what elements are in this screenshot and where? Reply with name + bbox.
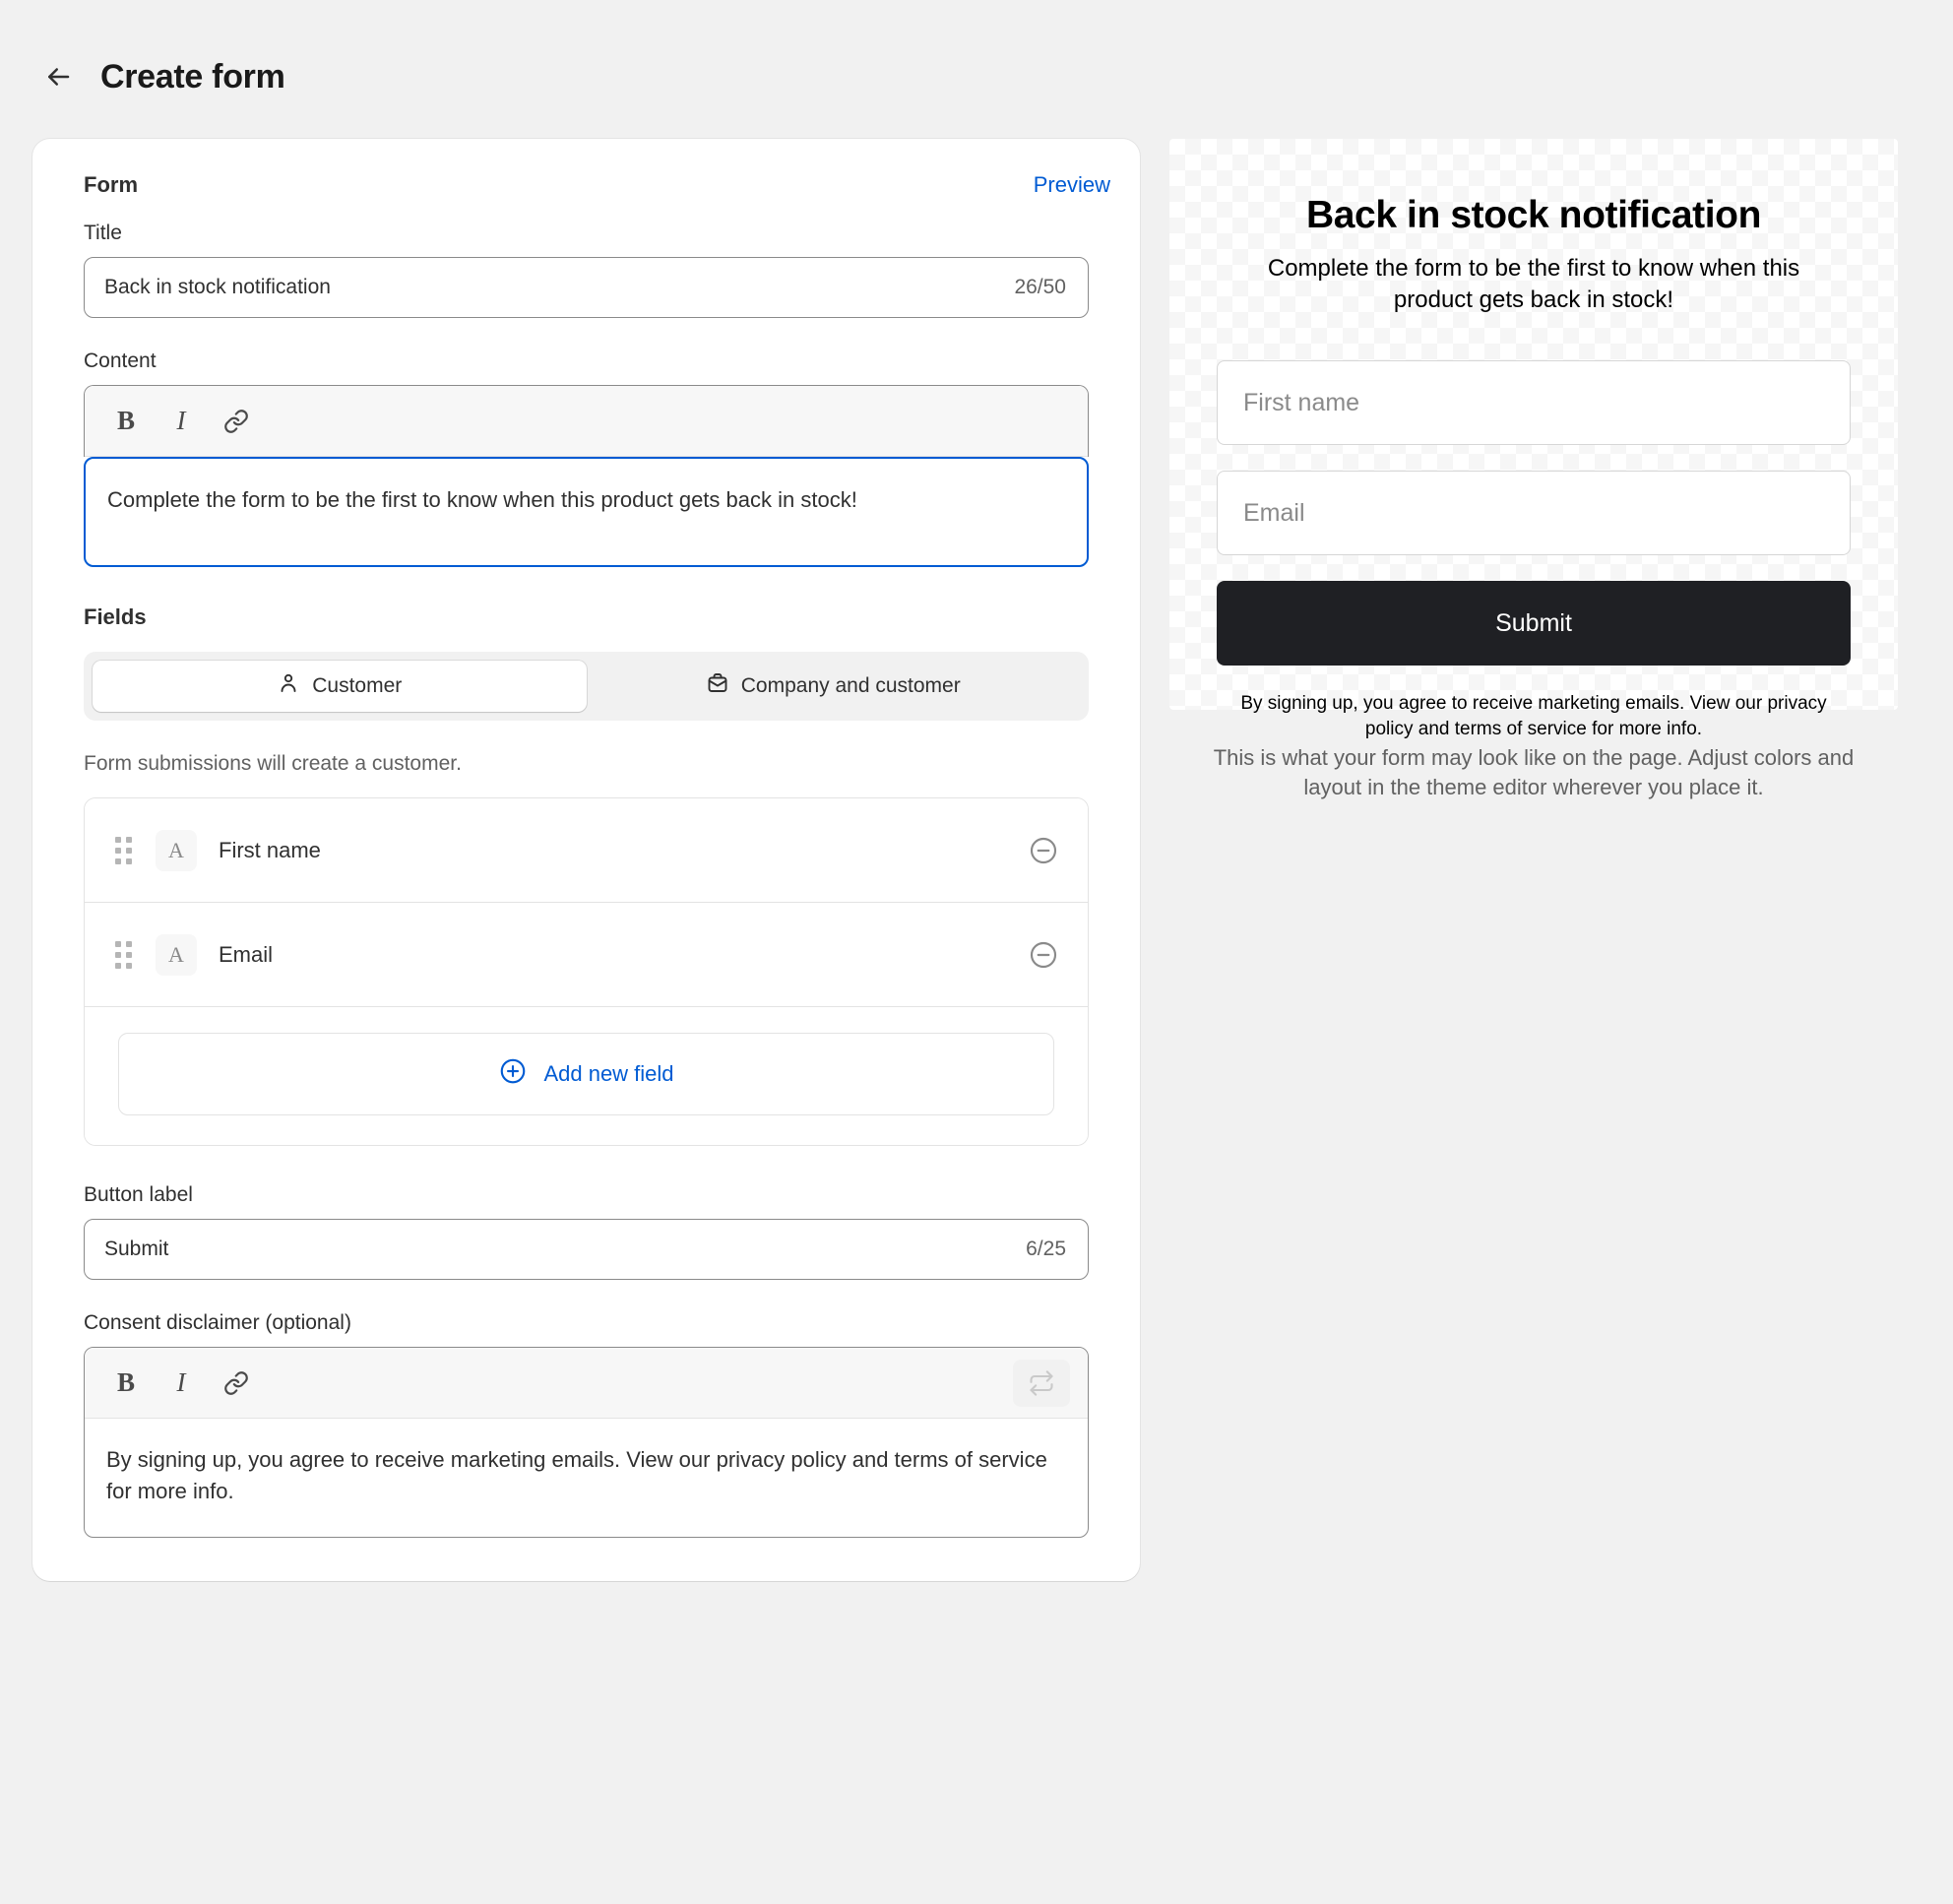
preview-subtitle: Complete the form to be the first to kno… <box>1267 255 1800 313</box>
page-title: Create form <box>100 57 285 95</box>
table-row[interactable]: A Email <box>85 903 1088 1007</box>
consent-textarea[interactable]: By signing up, you agree to receive mark… <box>85 1419 1088 1537</box>
fields-type-segmented-control: Customer Company and customer <box>84 652 1089 721</box>
preview-column: Back in stock notification Complete the … <box>1169 139 1898 801</box>
remove-field-icon[interactable] <box>1025 832 1062 869</box>
preview-email-input[interactable]: Email <box>1217 471 1851 556</box>
bold-button[interactable]: B <box>102 398 150 445</box>
content-textarea-value: Complete the form to be the first to kno… <box>107 487 857 512</box>
preview-disclaimer: By signing up, you agree to receive mark… <box>1240 693 1827 740</box>
segment-company-label: Company and customer <box>740 674 961 697</box>
title-input[interactable]: Back in stock notification 26/50 <box>84 257 1089 318</box>
preview-link[interactable]: Preview <box>1034 172 1110 198</box>
reset-icon[interactable] <box>1013 1359 1070 1407</box>
briefcase-icon <box>706 671 729 701</box>
card-header: Form Preview <box>60 166 1112 198</box>
content-editor-toolbar-wrap: B I <box>84 385 1089 457</box>
consent-label: Consent disclaimer (optional) <box>84 1311 351 1334</box>
link-icon[interactable] <box>213 398 260 445</box>
preview-first-name-input[interactable]: First name <box>1217 360 1851 446</box>
arrow-left-icon[interactable] <box>41 60 75 94</box>
main-layout: Form Preview Title Back in stock notific… <box>0 106 1953 1581</box>
button-label-input[interactable]: Submit 6/25 <box>84 1219 1089 1280</box>
segment-customer[interactable]: Customer <box>93 661 587 712</box>
content-field-block: Content B I Complete the form to be the … <box>60 349 1112 567</box>
text-type-icon: A <box>156 933 197 976</box>
remove-field-icon[interactable] <box>1025 936 1062 974</box>
segment-customer-label: Customer <box>312 674 403 697</box>
form-editor-card: Form Preview Title Back in stock notific… <box>32 139 1140 1581</box>
field-row-label: Email <box>219 941 274 967</box>
preview-title: Back in stock notification <box>1305 194 1762 236</box>
bold-button[interactable]: B <box>102 1360 150 1407</box>
form-preview-panel: Back in stock notification Complete the … <box>1169 139 1898 739</box>
table-row[interactable]: A First name <box>85 798 1088 903</box>
preview-caption: This is what your form may look like on … <box>1213 745 1855 799</box>
drag-handle-icon[interactable] <box>108 940 138 969</box>
segment-company-and-customer[interactable]: Company and customer <box>587 661 1081 712</box>
content-toolbar: B I <box>85 386 1088 457</box>
preview-submit-button[interactable]: Submit <box>1217 581 1851 666</box>
add-field-container: Add new field <box>85 1007 1088 1145</box>
fields-section-title: Fields <box>84 604 147 629</box>
content-editor: B I Complete the form to be the first to… <box>84 385 1089 567</box>
button-label-label: Button label <box>84 1183 193 1206</box>
plus-circle-icon <box>498 1056 528 1092</box>
content-label: Content <box>84 349 157 372</box>
form-section-label: Form <box>84 172 138 197</box>
title-field-block: Title Back in stock notification 26/50 <box>60 222 1112 318</box>
text-type-icon: A <box>156 829 197 871</box>
button-label-block: Button label Submit 6/25 <box>60 1183 1112 1280</box>
italic-button[interactable]: I <box>158 398 205 445</box>
title-char-counter: 26/50 <box>1014 276 1066 298</box>
field-row-label: First name <box>219 837 321 862</box>
drag-handle-icon[interactable] <box>108 836 138 864</box>
page-header: Create form <box>0 0 1953 106</box>
title-input-value: Back in stock notification <box>104 276 331 298</box>
person-icon <box>277 671 300 701</box>
add-new-field-label: Add new field <box>543 1061 674 1086</box>
consent-editor: B I By signing up, you agree to receive … <box>84 1347 1089 1538</box>
title-label: Title <box>84 222 122 244</box>
fields-list: A First name A Email Add new field <box>84 797 1089 1146</box>
button-label-counter: 6/25 <box>1026 1238 1066 1260</box>
consent-toolbar: B I <box>85 1348 1088 1419</box>
link-icon[interactable] <box>213 1360 260 1407</box>
button-label-value: Submit <box>104 1238 169 1260</box>
content-textarea[interactable]: Complete the form to be the first to kno… <box>84 457 1089 567</box>
fields-helper-text: Form submissions will create a customer. <box>84 752 462 775</box>
add-new-field-button[interactable]: Add new field <box>118 1033 1054 1115</box>
italic-button[interactable]: I <box>158 1360 205 1407</box>
consent-block: Consent disclaimer (optional) B I By sig… <box>60 1311 1112 1538</box>
